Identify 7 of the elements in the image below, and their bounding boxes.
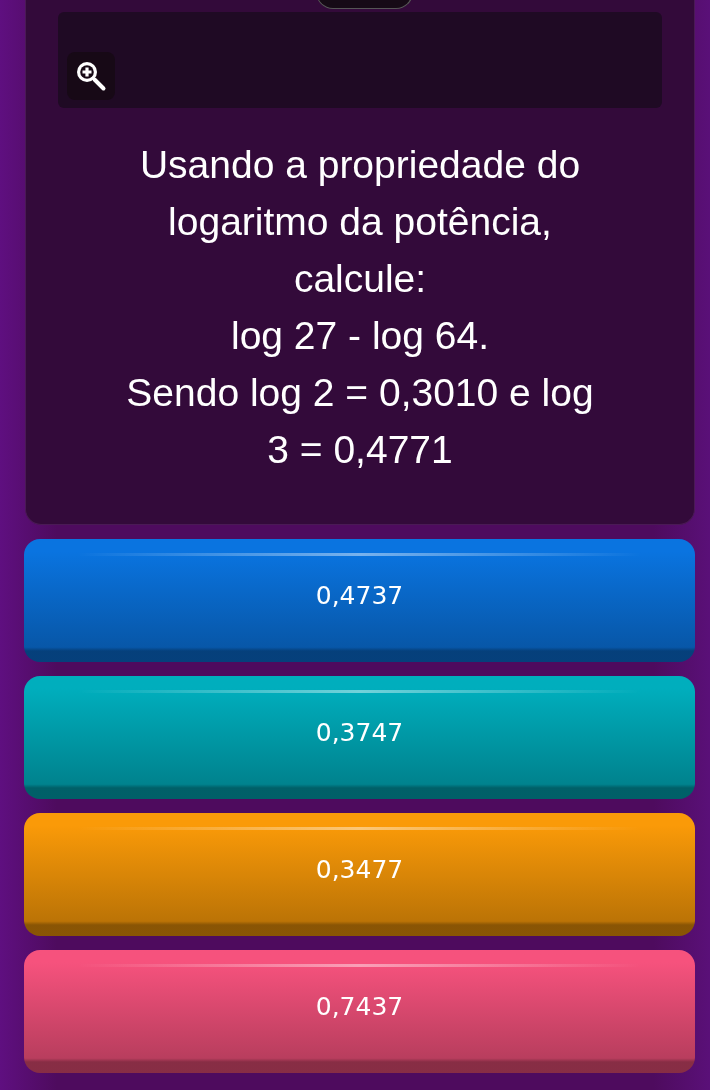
- zoom-button[interactable]: [67, 52, 115, 100]
- answer-button[interactable]: 0,7437: [24, 950, 695, 1073]
- question-text: Usando a propriedade do logaritmo da potência, calcule: log 27 - log 64. Sendo log 2 = 0,3010 e log 3 = 0,4771: [126, 142, 594, 473]
- answer-button[interactable]: 0,4737: [24, 539, 695, 662]
- answer-button[interactable]: 0,3477: [24, 813, 695, 936]
- zoom-in-icon: [74, 59, 108, 93]
- answer-button[interactable]: 0,3747: [24, 676, 695, 799]
